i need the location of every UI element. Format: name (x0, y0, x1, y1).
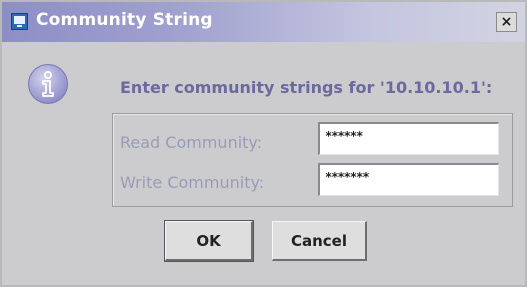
close-button[interactable]: × (496, 12, 517, 32)
info-icon (28, 64, 68, 104)
write-community-label: Write Community: (120, 173, 265, 192)
cancel-button[interactable]: Cancel (272, 221, 367, 261)
window-title: Community String (36, 10, 213, 30)
community-string-dialog: Community String × Enter community strin… (0, 0, 527, 287)
read-community-input[interactable]: ****** (318, 122, 499, 155)
write-community-input[interactable]: ******* (318, 163, 499, 196)
ok-button[interactable]: OK (164, 220, 254, 262)
close-icon: × (500, 14, 513, 30)
app-icon (11, 13, 28, 30)
read-community-label: Read Community: (120, 133, 263, 152)
prompt-text: Enter community strings for '10.10.10.1'… (120, 78, 493, 97)
title-bar[interactable]: Community String × (2, 2, 525, 42)
